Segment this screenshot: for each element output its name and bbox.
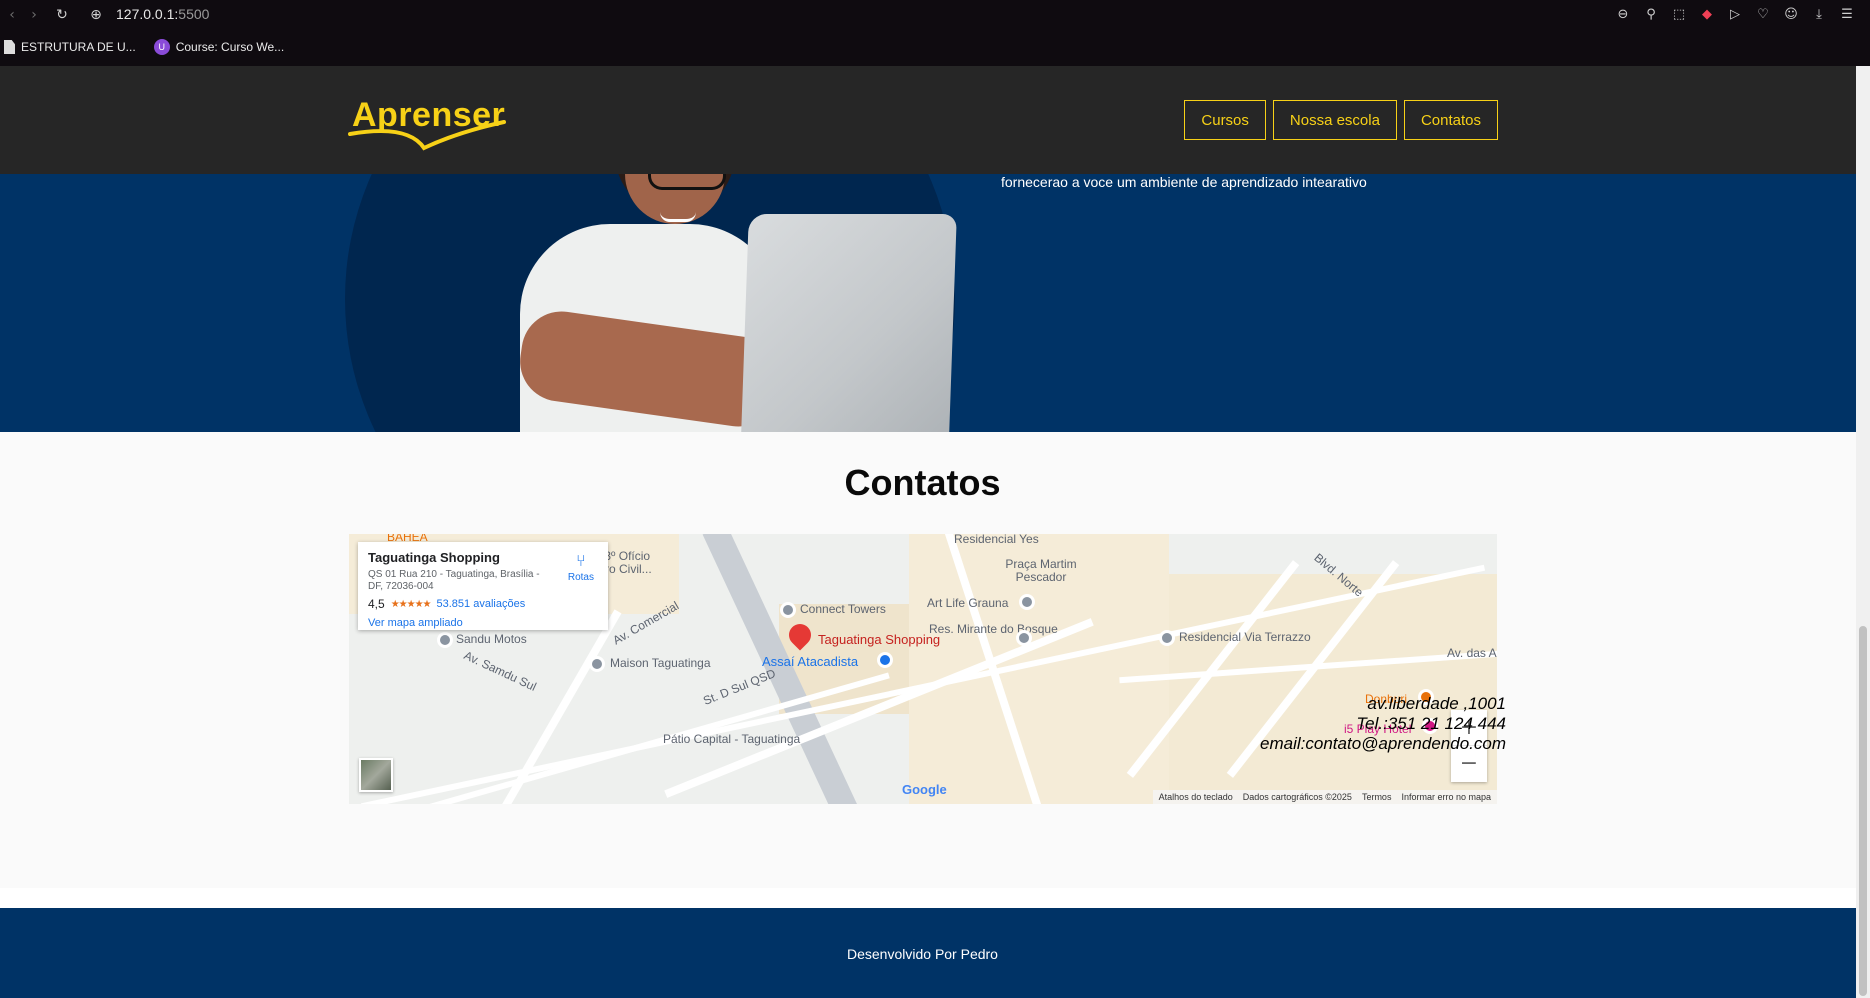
logo-swoosh-icon: [348, 120, 506, 151]
map-poi-icon: [780, 602, 796, 618]
map-label-sd-sul: St. D Sul QSD: [701, 666, 778, 708]
map-footer-data: Dados cartográficos ©2025: [1242, 792, 1352, 802]
pin-icon[interactable]: ⚲: [1642, 6, 1660, 24]
map-footer: Atalhos do teclado Dados cartográficos ©…: [1152, 790, 1497, 804]
map-label-maison: Maison Taguatinga: [610, 656, 711, 670]
back-icon[interactable]: ‹: [4, 7, 20, 23]
map-poi-icon: [589, 656, 605, 672]
url-port: 5500: [178, 6, 210, 22]
embedded-map[interactable]: BAHEA rio do 3º Ofício Registro Civil...…: [349, 534, 1497, 804]
directions-button[interactable]: ⑂ Rotas: [567, 551, 594, 584]
satellite-toggle[interactable]: [359, 758, 393, 792]
hero-image-smile: [660, 212, 696, 222]
browser-chrome: ‹ › ↻ ⊕ 127.0.0.1:5500 ⊖ ⚲ ⬚ ◆ ▷ ♡ ☺ ⤓ ☰…: [0, 0, 1870, 66]
bookmark-label: Course: Curso We...: [175, 40, 285, 54]
nav-contatos[interactable]: Contatos: [1403, 100, 1498, 140]
zoom-out-icon[interactable]: ⊖: [1614, 6, 1632, 24]
address-bar-row: ‹ › ↻ ⊕ 127.0.0.1:5500 ⊖ ⚲ ⬚ ◆ ▷ ♡ ☺ ⤓ ☰: [0, 0, 1870, 30]
map-block: [1169, 574, 1497, 804]
nav-nossa-escola[interactable]: Nossa escola: [1272, 100, 1397, 140]
nav-cursos[interactable]: Cursos: [1184, 100, 1266, 140]
map-info-card: Taguatinga Shopping QS 01 Rua 210 - Tagu…: [358, 542, 608, 630]
larger-map-link[interactable]: Ver mapa ampliado: [368, 617, 598, 629]
map-footer-report[interactable]: Informar erro no mapa: [1401, 792, 1491, 802]
download-icon[interactable]: ⤓: [1810, 6, 1828, 24]
contacts-section: Contatos BAHEA rio do 3º Ofício Registro…: [0, 432, 1856, 888]
address-line: av.liberdade ,1001: [1367, 694, 1506, 713]
map-label-assai: Assaí Atacadista: [762, 654, 859, 669]
toolbar-icons: ⊖ ⚲ ⬚ ◆ ▷ ♡ ☺ ⤓ ☰: [1614, 6, 1856, 24]
pocket-icon[interactable]: ◆: [1698, 6, 1716, 24]
forward-icon[interactable]: ›: [26, 7, 42, 23]
place-rating-row: 4,5 ★★★★★ 53.851 avaliações: [368, 597, 598, 611]
hero-image-laptop: [741, 214, 957, 432]
url-field[interactable]: 127.0.0.1:5500: [116, 6, 209, 22]
cart-icon: [877, 652, 893, 668]
directions-label: Rotas: [567, 572, 594, 583]
site-footer: Desenvolvido Por Pedro: [0, 908, 1856, 998]
send-icon[interactable]: ▷: [1726, 6, 1744, 24]
place-name: Taguatinga Shopping: [368, 550, 500, 565]
hero-image-glasses: [648, 174, 726, 190]
rating-stars-icon: ★★★★★: [390, 598, 432, 610]
place-rating: 4,5: [368, 597, 385, 611]
hero-section: fornecerao a voce um ambiente de aprendi…: [0, 174, 1856, 432]
url-host: 127.0.0.1:: [116, 6, 179, 22]
page-scrollbar[interactable]: [1856, 66, 1870, 998]
bookmark-label: ESTRUTURA DE U...: [21, 40, 136, 54]
map-footer-shortcuts[interactable]: Atalhos do teclado: [1159, 792, 1233, 802]
menu-icon[interactable]: ☰: [1838, 6, 1856, 24]
bookmarks-bar: ESTRUTURA DE U... U Course: Curso We...: [0, 36, 284, 58]
phone-line: Tel.:351 21 124 444: [1356, 714, 1506, 733]
contacts-title: Contatos: [844, 462, 1001, 503]
map-label-connect-towers: Connect Towers: [800, 602, 886, 616]
map-poi-icon: [1016, 630, 1032, 646]
logo[interactable]: Aprenser: [348, 96, 508, 156]
scrollbar-thumb[interactable]: [1859, 626, 1867, 996]
place-reviews-link[interactable]: 53.851 avaliações: [437, 598, 526, 610]
account-icon[interactable]: ☺: [1782, 6, 1800, 24]
map-footer-terms[interactable]: Termos: [1362, 792, 1392, 802]
map-label-av-samdu: Av. Samdu Sul: [461, 648, 539, 694]
map-label-terrazzo: Residencial Via Terrazzo: [1179, 630, 1311, 644]
place-address: QS 01 Rua 210 - Taguatinga, Brasília - D…: [368, 569, 540, 592]
bookmark-estrutura[interactable]: ESTRUTURA DE U...: [4, 40, 136, 54]
screenshot-icon[interactable]: ⬚: [1670, 6, 1688, 24]
main-nav: Cursos Nossa escola Contatos: [1184, 100, 1498, 140]
site-info-icon[interactable]: ⊕: [88, 7, 104, 23]
section-divider: [0, 888, 1856, 908]
hero-text: fornecerao a voce um ambiente de aprendi…: [1001, 174, 1367, 190]
map-label-av-das-a: Av. das A: [1447, 646, 1497, 660]
map-label-patio: Pátio Capital - Taguatinga: [663, 732, 801, 746]
bookmark-course[interactable]: U Course: Curso We...: [153, 39, 285, 55]
course-icon: U: [153, 39, 170, 55]
map-label-art-life: Art Life Grauna: [927, 596, 1009, 610]
map-label-residencial-yes: Residencial Yes: [954, 534, 1039, 546]
google-logo: Google: [902, 782, 947, 797]
map-label-mirante: Res. Mirante do Bosque: [929, 622, 1058, 636]
site-header: Aprenser Cursos Nossa escola Contatos: [0, 66, 1856, 174]
reload-icon[interactable]: ↻: [54, 7, 70, 23]
map-poi-icon: [1159, 630, 1175, 646]
directions-icon: ⑂: [576, 551, 586, 570]
map-label-praca: Praça Martim Pescador: [1005, 557, 1077, 584]
email-line: email:contato@aprendendo.com: [1260, 734, 1506, 753]
map-label-taguatinga-shopping: Taguatinga Shopping: [818, 632, 941, 647]
document-icon: [4, 40, 15, 54]
map-poi-icon: [1019, 594, 1035, 610]
map-poi-icon: [437, 632, 453, 648]
footer-credit: Desenvolvido Por Pedro: [847, 946, 998, 962]
heart-icon[interactable]: ♡: [1754, 6, 1772, 24]
map-label-sandu-motos: Sandu Motos: [456, 632, 527, 646]
